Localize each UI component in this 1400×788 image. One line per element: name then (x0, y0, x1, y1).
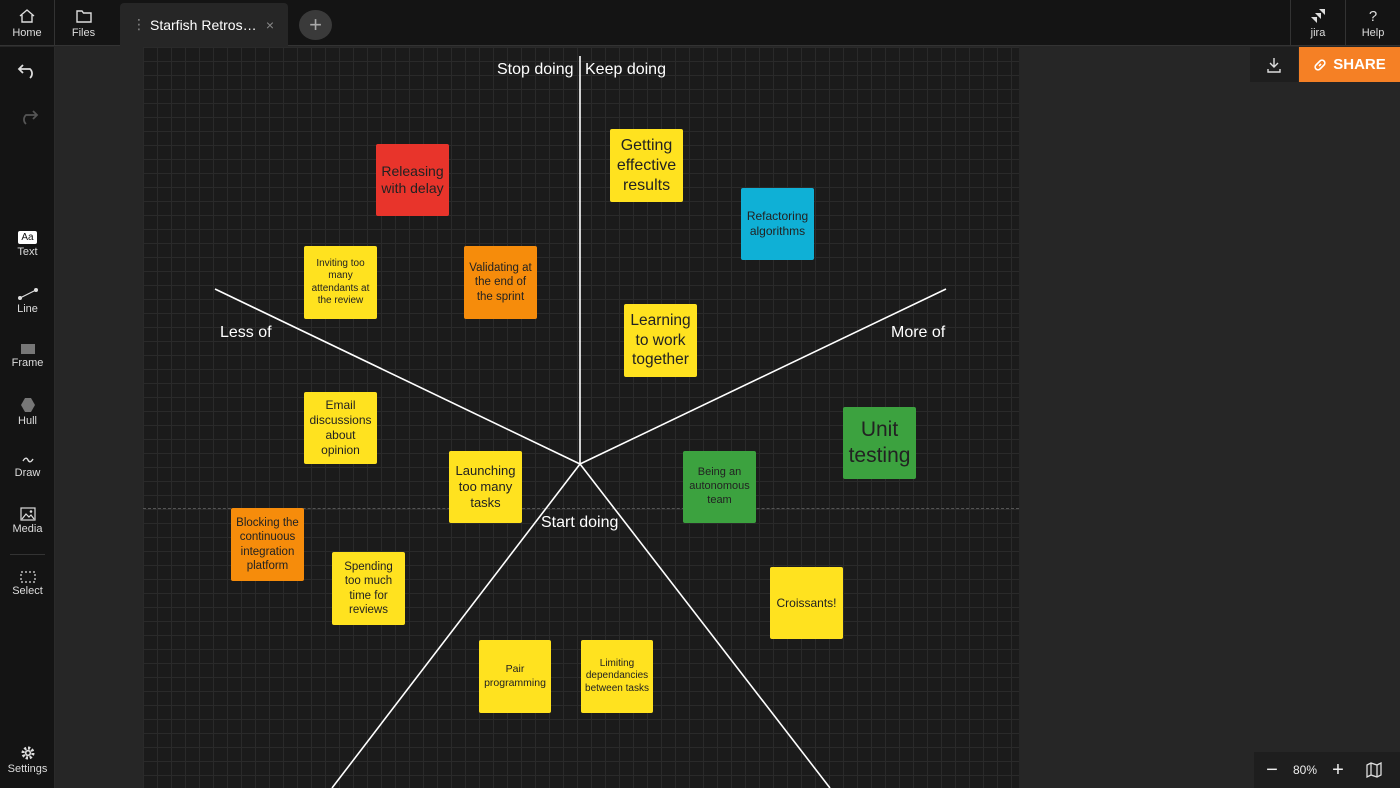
sticky-note[interactable]: Validating at the end of the sprint (464, 246, 537, 319)
sticky-note[interactable]: Unit testing (843, 407, 916, 479)
tab-grip-icon[interactable]: ⋮ (132, 16, 146, 33)
map-icon (1366, 762, 1382, 778)
select-tool[interactable]: Select (0, 571, 55, 597)
tab-starfish-retrospective[interactable]: ⋮ Starfish Retros… × (120, 3, 288, 46)
media-icon (19, 507, 36, 521)
zoom-in-button[interactable]: + (1320, 759, 1356, 782)
sticky-note[interactable]: Refactoring algorithms (741, 188, 814, 260)
files-label: Files (71, 26, 96, 39)
jira-label: jira (1310, 26, 1326, 39)
add-tab-button[interactable]: + (299, 10, 332, 40)
redo-icon (22, 110, 38, 125)
select-icon (19, 571, 36, 583)
tab-title: Starfish Retros… (150, 16, 257, 33)
zoom-out-button[interactable]: − (1254, 759, 1290, 782)
media-tool[interactable]: Media (0, 507, 55, 535)
label-more-of[interactable]: More of (891, 324, 945, 342)
settings-button[interactable]: Settings (0, 745, 55, 775)
download-icon (1267, 57, 1281, 73)
jira-button[interactable]: jira (1290, 0, 1345, 46)
text-icon: Aa (18, 231, 37, 244)
download-button[interactable] (1250, 47, 1298, 82)
tab-close-icon[interactable]: × (266, 17, 274, 33)
label-start-doing[interactable]: Start doing (541, 514, 618, 532)
toolbar-divider (10, 554, 45, 555)
sticky-note[interactable]: Spending too much time for reviews (332, 552, 405, 625)
label-stop-doing[interactable]: Stop doing (497, 61, 574, 79)
sticky-note[interactable]: Being an autonomous team (683, 451, 756, 523)
frame-icon (20, 344, 35, 354)
gear-icon (21, 746, 34, 760)
sticky-note[interactable]: Getting effective results (610, 129, 683, 202)
sticky-note[interactable]: Inviting too many attendants at the revi… (304, 246, 377, 319)
sticky-note[interactable]: Limiting dependancies between tasks (581, 640, 653, 713)
sticky-note[interactable]: Blocking the continuous integration plat… (231, 508, 304, 581)
help-icon: ? (1368, 7, 1378, 25)
minimap-button[interactable] (1356, 762, 1392, 778)
draw-icon (21, 457, 34, 463)
sticky-note[interactable]: Email discussions about opinion (304, 392, 377, 464)
text-tool-label: Text (17, 246, 38, 258)
label-keep-doing[interactable]: Keep doing (585, 61, 666, 79)
draw-tool[interactable]: Draw (0, 453, 55, 479)
home-icon (19, 8, 35, 23)
top-bar: Home Files ⋮ Starfish Retros… × + jira ?… (0, 0, 1400, 46)
label-less-of[interactable]: Less of (220, 324, 272, 342)
left-toolbar: Aa Text Line Frame Hull Draw Media Selec… (0, 47, 55, 788)
home-button[interactable]: Home (0, 0, 55, 46)
files-button[interactable]: Files (56, 0, 111, 46)
hull-icon (20, 398, 35, 412)
folder-icon (75, 9, 92, 23)
sticky-note[interactable]: Releasing with delay (376, 144, 449, 216)
jira-icon (1311, 8, 1325, 23)
sticky-note[interactable]: Launching too many tasks (449, 451, 522, 523)
zoom-controls: − 80% + (1254, 752, 1400, 788)
sticky-note[interactable]: Pair programming (479, 640, 551, 713)
sticky-note[interactable]: Croissants! (770, 567, 843, 639)
share-button[interactable]: SHARE (1299, 47, 1400, 82)
undo-button[interactable] (0, 61, 55, 81)
zoom-level: 80% (1292, 763, 1318, 777)
help-button[interactable]: ? Help (1345, 0, 1400, 46)
line-tool-label: Line (17, 303, 38, 315)
help-label: Help (1361, 26, 1385, 39)
link-icon (1314, 58, 1326, 71)
share-label: SHARE (1333, 56, 1386, 73)
frame-tool-label: Frame (11, 357, 44, 369)
draw-tool-label: Draw (14, 467, 41, 479)
settings-label: Settings (7, 763, 48, 775)
text-tool[interactable]: Aa Text (0, 231, 55, 258)
undo-icon (17, 64, 33, 79)
hull-tool-label: Hull (18, 415, 37, 427)
redo-button[interactable] (0, 107, 55, 127)
line-tool[interactable]: Line (0, 287, 55, 315)
line-icon (17, 288, 38, 300)
hull-tool[interactable]: Hull (0, 397, 55, 427)
media-tool-label: Media (12, 523, 43, 535)
home-label: Home (12, 26, 42, 39)
sticky-note[interactable]: Learning to work together (624, 304, 697, 377)
select-tool-label: Select (12, 585, 43, 597)
frame-tool[interactable]: Frame (0, 343, 55, 369)
